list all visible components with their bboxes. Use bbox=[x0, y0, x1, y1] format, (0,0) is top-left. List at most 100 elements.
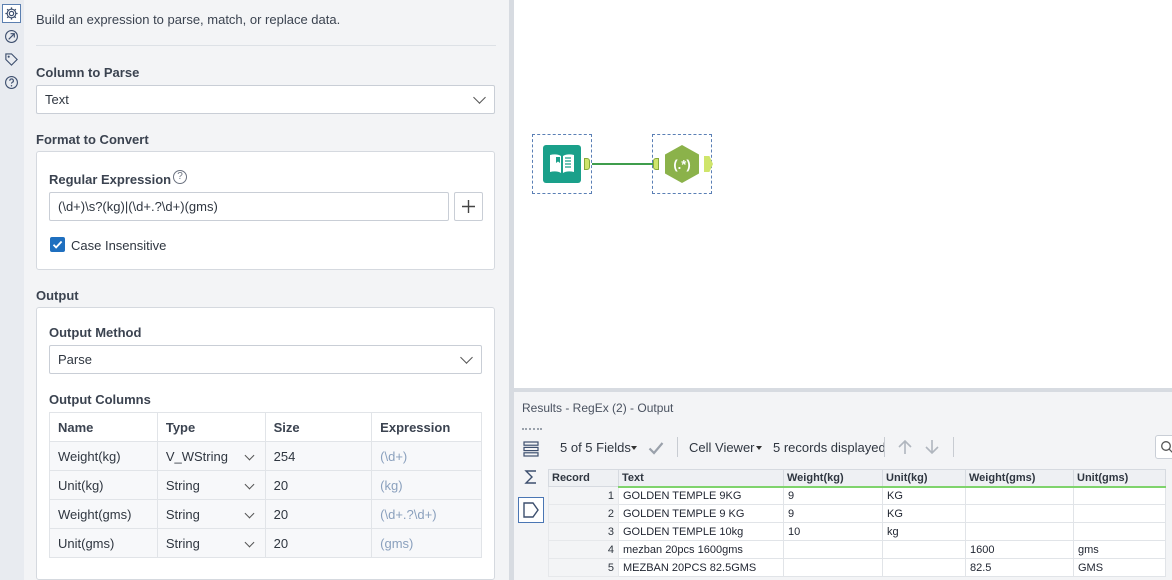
output-column-row[interactable]: Weight(kg) V_WString 254 (\d+) bbox=[49, 441, 482, 471]
grid-row[interactable]: 3 GOLDEN TEMPLE 10kg 10 kg bbox=[548, 522, 1166, 541]
grid-cell[interactable]: 10 bbox=[783, 522, 883, 541]
regex-input[interactable]: (\d+)\s?(kg)|(\d+.?\d+)(gms) bbox=[49, 192, 449, 221]
grid-cell[interactable]: KG bbox=[882, 504, 966, 523]
grid-cell[interactable]: MEZBAN 20PCS 82.5GMS bbox=[618, 558, 784, 577]
output-anchor[interactable] bbox=[584, 158, 590, 170]
grid-cell[interactable] bbox=[882, 540, 966, 559]
grid-cell[interactable] bbox=[783, 540, 883, 559]
cell-viewer-selector[interactable]: Cell Viewer bbox=[689, 440, 755, 455]
app-window: Build an expression to parse, match, or … bbox=[0, 0, 1172, 580]
grid-column-header[interactable]: Weight(gms) bbox=[965, 469, 1074, 488]
grid-cell[interactable] bbox=[965, 504, 1074, 523]
output-type-cell[interactable]: String bbox=[156, 470, 266, 500]
help-icon[interactable]: ? bbox=[173, 170, 187, 184]
output-name-cell[interactable]: Weight(kg) bbox=[49, 441, 158, 471]
grid-row[interactable]: 4 mezban 20pcs 1600gms 1600 gms bbox=[548, 540, 1166, 559]
grid-cell[interactable]: gms bbox=[1073, 540, 1166, 559]
output-column-row[interactable]: Unit(kg) String 20 (kg) bbox=[49, 470, 482, 500]
column-to-parse-select[interactable]: Text bbox=[36, 85, 495, 114]
workflow-canvas[interactable]: (.*) bbox=[514, 0, 1172, 388]
grid-cell[interactable]: GMS bbox=[1073, 558, 1166, 577]
data-tag-icon[interactable] bbox=[518, 497, 544, 523]
output-column-row[interactable]: Unit(gms) String 20 (gms) bbox=[49, 528, 482, 558]
input-anchor[interactable] bbox=[653, 158, 659, 170]
output-size-cell[interactable]: 254 bbox=[264, 441, 373, 471]
grid-cell[interactable]: KG bbox=[882, 486, 966, 505]
output-expression-value: (\d+) bbox=[380, 448, 408, 464]
config-icon-rail bbox=[0, 0, 24, 580]
grid-cell[interactable] bbox=[965, 522, 1074, 541]
grid-row[interactable]: 2 GOLDEN TEMPLE 9 KG 9 KG bbox=[548, 504, 1166, 523]
grid-cell[interactable]: 9 bbox=[783, 486, 883, 505]
output-expression-cell[interactable]: (\d+) bbox=[371, 441, 482, 471]
output-expression-cell[interactable]: (\d+.?\d+) bbox=[371, 499, 482, 529]
output-size-cell[interactable]: 20 bbox=[264, 470, 373, 500]
grid-column-header[interactable]: Weight(kg) bbox=[783, 469, 883, 488]
record-number[interactable]: 1 bbox=[548, 486, 619, 505]
format-to-convert-card: Regular Expression ? (\d+)\s?(kg)|(\d+.?… bbox=[36, 151, 495, 270]
output-type-cell[interactable]: V_WString bbox=[156, 441, 266, 471]
fields-selector[interactable]: 5 of 5 Fields bbox=[560, 440, 631, 455]
toolbar-separator bbox=[677, 437, 678, 457]
regex-tool[interactable]: (.*) bbox=[652, 134, 713, 194]
regex-tool-icon: (.*) bbox=[665, 145, 699, 183]
arrow-down-icon[interactable] bbox=[923, 438, 941, 456]
results-grid[interactable]: Record Text Weight(kg) Unit(kg) Weight(gms) U… bbox=[548, 469, 1166, 577]
output-size-cell[interactable]: 20 bbox=[264, 499, 373, 529]
arrow-up-icon[interactable] bbox=[896, 438, 914, 456]
grid-column-header[interactable]: Text bbox=[618, 469, 784, 488]
grid-cell[interactable] bbox=[965, 486, 1074, 505]
grid-cell[interactable] bbox=[1073, 504, 1166, 523]
table-view-icon[interactable] bbox=[518, 436, 544, 462]
results-window: Results - RegEx (2) - Output 5 of 5 Fiel… bbox=[514, 392, 1172, 580]
grid-cell[interactable] bbox=[783, 558, 883, 577]
drag-grip[interactable] bbox=[522, 428, 542, 430]
output-size-value: 20 bbox=[273, 506, 289, 522]
output-name-cell[interactable]: Unit(gms) bbox=[49, 528, 158, 558]
add-token-button[interactable] bbox=[454, 192, 483, 221]
grid-cell[interactable]: kg bbox=[882, 522, 966, 541]
grid-cell[interactable] bbox=[1073, 486, 1166, 505]
record-number[interactable]: 4 bbox=[548, 540, 619, 559]
search-box[interactable] bbox=[1155, 435, 1172, 459]
output-type-cell[interactable]: String bbox=[156, 499, 266, 529]
grid-row[interactable]: 5 MEZBAN 20PCS 82.5GMS 82.5 GMS bbox=[548, 558, 1166, 577]
grid-row[interactable]: 1 GOLDEN TEMPLE 9KG 9 KG bbox=[548, 486, 1166, 505]
grid-cell[interactable] bbox=[882, 558, 966, 577]
output-name-value: Weight(kg) bbox=[58, 448, 121, 464]
output-expression-cell[interactable]: (gms) bbox=[371, 528, 482, 558]
output-method-label: Output Method bbox=[49, 325, 142, 340]
output-size-cell[interactable]: 20 bbox=[264, 528, 373, 558]
grid-column-header[interactable]: Unit(gms) bbox=[1073, 469, 1166, 488]
grid-cell[interactable] bbox=[1073, 522, 1166, 541]
help-icon[interactable] bbox=[2, 73, 21, 92]
grid-cell[interactable]: 9 bbox=[783, 504, 883, 523]
input-data-tool[interactable] bbox=[532, 134, 592, 194]
output-name-cell[interactable]: Unit(kg) bbox=[49, 470, 158, 500]
output-name-cell[interactable]: Weight(gms) bbox=[49, 499, 158, 529]
output-anchor[interactable] bbox=[704, 156, 713, 172]
grid-cell[interactable]: mezban 20pcs 1600gms bbox=[618, 540, 784, 559]
grid-column-header[interactable]: Record bbox=[548, 469, 619, 487]
metadata-sigma-icon[interactable] bbox=[518, 464, 544, 490]
grid-cell[interactable]: GOLDEN TEMPLE 9 KG bbox=[618, 504, 784, 523]
connection-icon[interactable] bbox=[2, 27, 21, 46]
output-column-row[interactable]: Weight(gms) String 20 (\d+.?\d+) bbox=[49, 499, 482, 529]
checkmark-icon[interactable] bbox=[648, 441, 664, 455]
grid-cell[interactable]: 82.5 bbox=[965, 558, 1074, 577]
output-card: Output Method Parse Output Columns Name T… bbox=[36, 307, 495, 580]
output-expression-cell[interactable]: (kg) bbox=[371, 470, 482, 500]
grid-cell[interactable]: GOLDEN TEMPLE 10kg bbox=[618, 522, 784, 541]
record-number[interactable]: 5 bbox=[548, 558, 619, 577]
grid-cell[interactable]: 1600 bbox=[965, 540, 1074, 559]
connection-line[interactable] bbox=[592, 163, 656, 165]
tag-icon[interactable] bbox=[2, 50, 21, 69]
grid-cell[interactable]: GOLDEN TEMPLE 9KG bbox=[618, 486, 784, 505]
output-type-cell[interactable]: String bbox=[156, 528, 266, 558]
gear-icon[interactable] bbox=[2, 4, 21, 23]
record-number[interactable]: 2 bbox=[548, 504, 619, 523]
record-number[interactable]: 3 bbox=[548, 522, 619, 541]
case-insensitive-checkbox[interactable] bbox=[50, 237, 65, 252]
output-method-select[interactable]: Parse bbox=[49, 345, 482, 374]
grid-column-header[interactable]: Unit(kg) bbox=[882, 469, 966, 488]
